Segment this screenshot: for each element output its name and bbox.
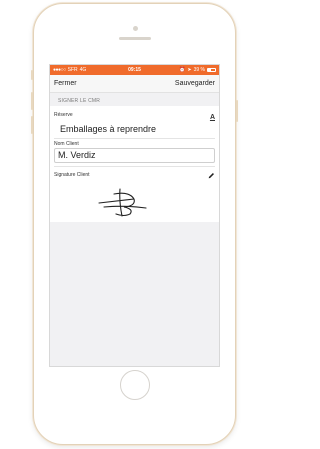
client-name-label: Nom Client bbox=[54, 141, 79, 147]
signature-label-row: Signature Client bbox=[54, 167, 215, 181]
status-bar: ●●●○○ SFR 4G 09:15 ⏰ ➤ 39 % bbox=[50, 65, 219, 75]
app-screen: ●●●○○ SFR 4G 09:15 ⏰ ➤ 39 % Fermer Sauve… bbox=[49, 64, 220, 367]
signature-pad[interactable]: Signature Client bbox=[54, 166, 215, 222]
volume-down-button bbox=[31, 116, 33, 134]
speaker-grille bbox=[119, 37, 151, 40]
close-button[interactable]: Fermer bbox=[54, 80, 77, 87]
pencil-icon[interactable] bbox=[208, 172, 215, 181]
home-button[interactable] bbox=[120, 370, 150, 400]
client-name-field[interactable]: M. Verdiz bbox=[54, 148, 215, 163]
save-button[interactable]: Sauvegarder bbox=[175, 80, 215, 87]
section-title: SIGNER LE CMR bbox=[58, 98, 101, 104]
front-camera bbox=[133, 26, 138, 31]
signature-label: Signature Client bbox=[54, 172, 90, 178]
volume-up-button bbox=[31, 92, 33, 110]
reserve-label: Réserve bbox=[54, 111, 73, 118]
battery-level bbox=[208, 69, 211, 71]
nav-bar: Fermer Sauvegarder bbox=[50, 75, 219, 93]
reserve-field[interactable]: Emballages à reprendre bbox=[54, 121, 215, 139]
reserve-label-row: Réserve A bbox=[54, 106, 215, 122]
signature-drawing bbox=[98, 188, 147, 217]
status-time: 09:15 bbox=[128, 67, 141, 73]
mute-switch bbox=[31, 70, 33, 80]
battery-icon bbox=[207, 68, 216, 72]
form-card: Réserve A Emballages à reprendre Nom Cli… bbox=[50, 106, 219, 222]
power-button bbox=[236, 100, 238, 122]
text-format-icon[interactable]: A bbox=[210, 114, 215, 121]
